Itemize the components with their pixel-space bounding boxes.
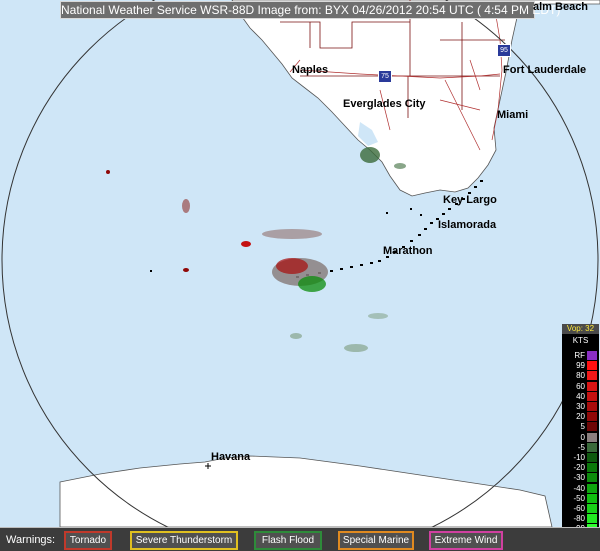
legend-color-swatch xyxy=(587,493,597,503)
city-everglades-city: Everglades City xyxy=(343,98,426,110)
legend-header: Vop: 32 xyxy=(562,324,599,334)
legend-color-swatch xyxy=(587,473,597,483)
warnings-label: Warnings: xyxy=(6,534,56,546)
legend-color-swatch xyxy=(587,463,597,473)
legend-color-swatch xyxy=(587,504,597,513)
city-islamorada: Islamorada xyxy=(438,219,497,231)
warning-severe-thunderstorm-button[interactable]: Severe Thunderstorm xyxy=(130,531,238,550)
city-marathon: Marathon xyxy=(383,245,433,257)
city-havana: Havana xyxy=(211,451,251,463)
velocity-legend: Vop: 32 KTS RF 99 80 60 40 30 20 5 0 -5 -10 -20 -30-… xyxy=(562,324,599,544)
legend-color-swatch xyxy=(587,432,597,442)
city-west-palm-beach: alm Beach xyxy=(533,1,589,13)
legend-color-swatch xyxy=(587,402,597,411)
radar-map xyxy=(0,0,600,527)
i95-shield-icon: 95 xyxy=(497,44,511,57)
i75-shield-icon: 75 xyxy=(378,70,392,83)
city-naples: Naples xyxy=(292,64,329,76)
warning-tornado-button[interactable]: Tornado xyxy=(64,531,112,550)
city-key-largo: Key Largo xyxy=(443,194,497,206)
warning-special-marine-button[interactable]: Special Marine xyxy=(338,531,414,550)
legend-color-swatch xyxy=(587,442,597,452)
warning-extreme-wind-button[interactable]: Extreme Wind xyxy=(429,531,503,550)
legend-color-swatch xyxy=(587,422,597,432)
legend-units: KTS xyxy=(572,336,589,345)
image-title: National Weather Service WSR-88D Image f… xyxy=(60,1,561,19)
legend-color-swatch xyxy=(587,381,597,391)
legend-color-swatch xyxy=(587,514,597,524)
legend-color-swatch xyxy=(587,391,597,401)
warnings-bar: Warnings: Tornado Severe Thunderstorm Fl… xyxy=(0,527,600,551)
legend-color-swatch xyxy=(587,483,597,493)
legend-color-swatch xyxy=(587,361,597,371)
legend-color-swatch xyxy=(587,412,597,422)
city-fort-lauderdale: Fort Lauderdale xyxy=(503,64,587,76)
city-miami: Miami xyxy=(497,109,529,121)
warning-flash-flood-button[interactable]: Flash Flood xyxy=(254,531,322,550)
legend-color-swatch xyxy=(587,371,597,381)
legend-color-swatch xyxy=(587,351,597,360)
legend-color-swatch xyxy=(587,453,597,462)
